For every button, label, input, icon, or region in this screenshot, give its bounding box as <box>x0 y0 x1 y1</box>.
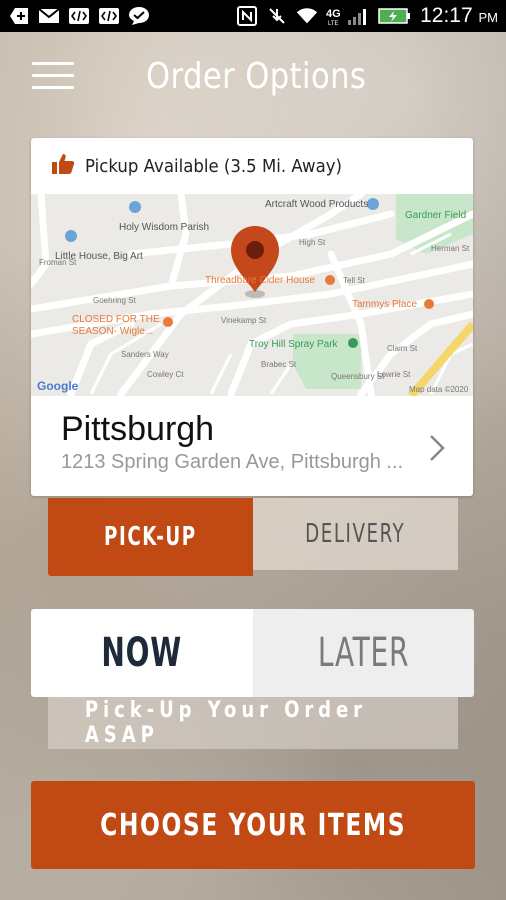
choose-items-button[interactable]: CHOOSE YOUR ITEMS <box>31 781 475 869</box>
pickup-status-text: Pickup Available (3.5 Mi. Away) <box>85 155 342 177</box>
battery-icon <box>378 6 412 26</box>
map-data-attribution: Map data ©2020 <box>409 385 469 394</box>
wifi-icon <box>296 6 318 26</box>
mute-icon <box>266 6 288 26</box>
later-button[interactable]: LATER <box>252 609 474 697</box>
order-type-toggle: PICK-UP DELIVERY <box>48 498 458 576</box>
clock: 12:17 PM <box>420 4 498 27</box>
map-street-label: Brabec St <box>261 360 297 369</box>
svg-text:4G: 4G <box>326 8 341 20</box>
svg-text:LTE: LTE <box>328 21 339 26</box>
map-poi-label: Gardner Field <box>405 210 467 221</box>
delivery-button[interactable]: DELIVERY <box>253 498 458 570</box>
map-poi-label: Holy Wisdom Parish <box>119 222 210 233</box>
chevron-right-icon[interactable] <box>429 434 445 467</box>
map-street-label: Sanders Way <box>121 350 169 359</box>
map-poi-label: Artcraft Wood Products <box>265 199 369 210</box>
code-icon <box>98 6 120 26</box>
pickup-button[interactable]: PICK-UP <box>48 498 253 576</box>
pickup-status-row: Pickup Available (3.5 Mi. Away) <box>31 138 473 194</box>
map-poi-label: Tammys Place <box>352 299 418 310</box>
gmail-icon <box>38 6 60 26</box>
now-button[interactable]: NOW <box>31 609 253 697</box>
code-icon <box>68 6 90 26</box>
map-street-label: Cowley Ct <box>147 370 184 379</box>
message-icon <box>128 6 150 26</box>
signal-icon: 4G LTE <box>326 6 370 26</box>
map-street-label: Tell St <box>343 276 365 285</box>
hamburger-menu-icon[interactable] <box>32 62 74 94</box>
page-title: Order Options <box>146 56 367 97</box>
asap-banner: Pick-Up Your Order ASAP <box>48 697 458 749</box>
map-street-label: Lowrie St <box>377 370 411 379</box>
header: Order Options <box>0 32 506 124</box>
location-name: Pittsburgh <box>61 410 215 448</box>
map-street-label: Froman St <box>39 258 77 267</box>
map-street-label: Herman St <box>431 244 470 253</box>
map-street-label: High St <box>299 238 326 247</box>
map-poi-label: Troy Hill Spray Park <box>249 339 338 350</box>
map-poi-label: CLOSED FOR THE <box>72 314 160 325</box>
order-time-toggle: NOW LATER <box>31 609 474 697</box>
thumbs-up-icon <box>51 153 75 180</box>
location-map[interactable]: Artcraft Wood Products Gardner Field Hol… <box>31 194 473 396</box>
map-poi-label: Threadbare Cider House <box>205 275 316 286</box>
map-poi-label: SEASON- Wigle... <box>72 326 154 337</box>
location-info[interactable]: Pittsburgh 1213 Spring Garden Ave, Pitts… <box>31 396 473 496</box>
add-icon <box>8 6 30 26</box>
location-address: 1213 Spring Garden Ave, Pittsburgh ... <box>61 451 404 473</box>
status-bar: 4G LTE 12:17 PM <box>0 0 506 32</box>
map-street-label: Claim St <box>387 344 418 353</box>
nfc-icon <box>236 6 258 26</box>
map-street-label: Goehring St <box>93 296 136 305</box>
map-graphic <box>31 194 473 396</box>
location-card[interactable]: Pickup Available (3.5 Mi. Away) Artcraft… <box>31 138 473 496</box>
google-logo: Google <box>37 379 79 393</box>
map-street-label: Vinekamp St <box>221 316 267 325</box>
